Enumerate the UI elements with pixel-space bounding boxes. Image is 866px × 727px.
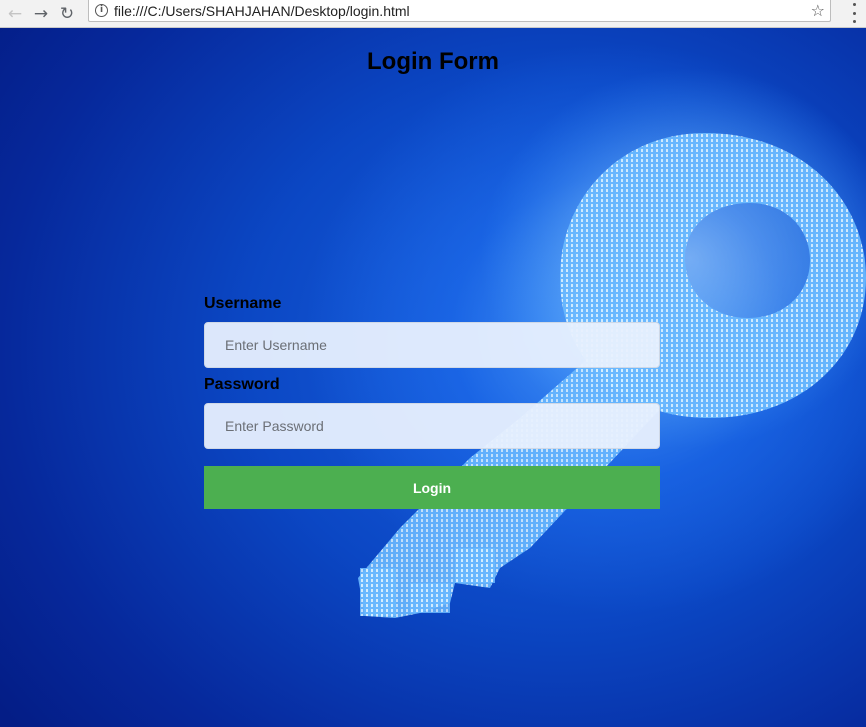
login-page: Login Form Username Password Login bbox=[0, 28, 866, 727]
more-vertical-icon[interactable] bbox=[850, 3, 858, 23]
reload-icon: ↻ bbox=[59, 3, 75, 24]
browser-toolbar: ← → ↻ i file:///C:/Users/SHAHJAHAN/Deskt… bbox=[0, 0, 866, 28]
login-button[interactable]: Login bbox=[204, 466, 660, 509]
info-icon[interactable]: i bbox=[95, 4, 108, 17]
username-label: Username bbox=[204, 295, 282, 312]
arrow-left-icon: ← bbox=[7, 3, 23, 24]
star-icon[interactable]: ☆ bbox=[811, 1, 825, 20]
password-label: Password bbox=[204, 376, 280, 393]
address-bar[interactable]: i file:///C:/Users/SHAHJAHAN/Desktop/log… bbox=[88, 0, 831, 22]
key-background-image bbox=[358, 68, 866, 618]
username-input[interactable] bbox=[204, 322, 660, 368]
forward-button[interactable]: → bbox=[28, 3, 54, 25]
page-title: Login Form bbox=[367, 48, 499, 75]
back-button[interactable]: ← bbox=[2, 3, 28, 25]
arrow-right-icon: → bbox=[33, 3, 49, 24]
address-url[interactable]: file:///C:/Users/SHAHJAHAN/Desktop/login… bbox=[114, 3, 410, 19]
password-input[interactable] bbox=[204, 403, 660, 449]
reload-button[interactable]: ↻ bbox=[54, 3, 80, 25]
